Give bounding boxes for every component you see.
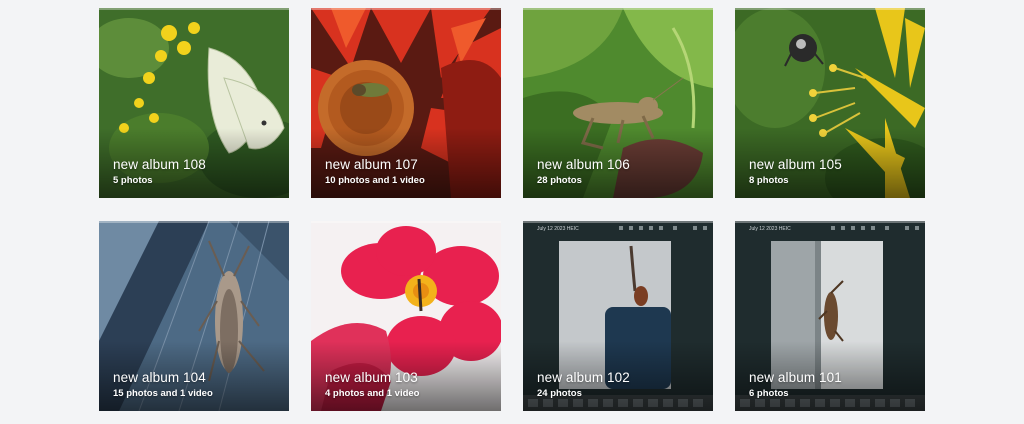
album-card-101[interactable]: July 12 2023 HEIC new album 101 6 photos <box>735 221 925 411</box>
album-title: new album 107 <box>325 157 418 172</box>
album-title: new album 102 <box>537 370 630 385</box>
album-card-108[interactable]: new album 108 5 photos <box>99 8 289 198</box>
album-card-106[interactable]: new album 106 28 photos <box>523 8 713 198</box>
album-card-104[interactable]: new album 104 15 photos and 1 video <box>99 221 289 411</box>
album-item-count: 15 photos and 1 video <box>113 388 213 399</box>
album-item-count: 10 photos and 1 video <box>325 175 425 186</box>
album-card-102[interactable]: July 12 2023 HEIC new album 102 24 photo… <box>523 221 713 411</box>
album-title: new album 103 <box>325 370 418 385</box>
album-title: new album 101 <box>749 370 842 385</box>
album-card-107[interactable]: new album 107 10 photos and 1 video <box>311 8 501 198</box>
album-item-count: 4 photos and 1 video <box>325 388 420 399</box>
album-card-103[interactable]: new album 103 4 photos and 1 video <box>311 221 501 411</box>
album-title: new album 108 <box>113 157 206 172</box>
album-title: new album 106 <box>537 157 630 172</box>
album-item-count: 5 photos <box>113 175 153 186</box>
album-card-105[interactable]: new album 105 8 photos <box>735 8 925 198</box>
album-title: new album 105 <box>749 157 842 172</box>
album-item-count: 28 photos <box>537 175 582 186</box>
album-grid: new album 108 5 photos new album 107 10 … <box>0 0 1024 424</box>
album-item-count: 24 photos <box>537 388 582 399</box>
album-title: new album 104 <box>113 370 206 385</box>
album-item-count: 8 photos <box>749 175 789 186</box>
screenshot-label: July 12 2023 HEIC <box>537 226 579 232</box>
album-item-count: 6 photos <box>749 388 789 399</box>
screenshot-label: July 12 2023 HEIC <box>749 226 791 232</box>
